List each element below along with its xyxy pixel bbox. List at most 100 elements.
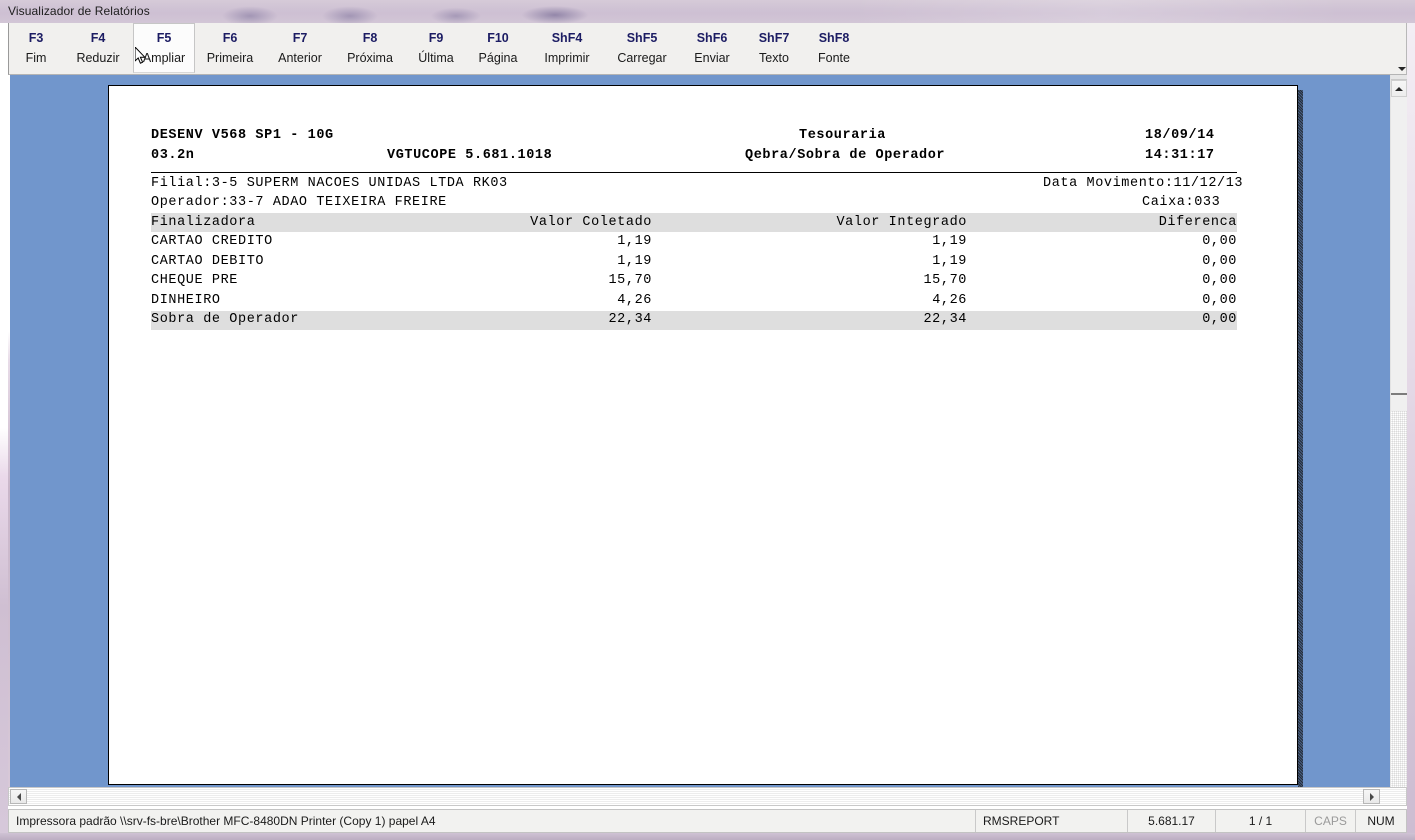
table-cell-finalizadora: CARTAO CREDITO (151, 234, 273, 249)
toolbar-button-ultima[interactable]: F9 Última (405, 23, 467, 73)
table-cell-integrado: 1,19 (932, 253, 967, 269)
chevron-left-icon (16, 792, 21, 801)
window-titlebar[interactable]: Visualizador de Relatórios (0, 0, 1415, 23)
toolbar-button-pagina[interactable]: F10 Página (467, 23, 529, 73)
horizontal-scrollbar[interactable] (8, 787, 1407, 806)
report-system-line2: 03.2n (151, 148, 195, 163)
status-printer: Impressora padrão \\srv-fs-bre\Brother M… (9, 810, 976, 832)
window-bottom-frame (0, 833, 1415, 840)
vscroll-lower-track[interactable] (1391, 411, 1407, 787)
table-header-valor-coletado: Valor Coletado (530, 215, 652, 230)
report-header-rule (151, 172, 1237, 173)
window-left-frame (0, 23, 8, 833)
scroll-right-button[interactable] (1363, 789, 1380, 804)
toolbar-button-label: Reduzir (76, 51, 120, 65)
toolbar-button-reduzir[interactable]: F4 Reduzir (63, 23, 133, 73)
toolbar-button-key: ShF8 (818, 30, 850, 45)
toolbar-button-proxima[interactable]: F8 Próxima (335, 23, 405, 73)
table-cell-coletado: 1,19 (617, 253, 652, 269)
toolbar-button-label: Carregar (617, 51, 667, 65)
scroll-left-button[interactable] (10, 789, 27, 804)
table-cell-diferenca: 0,00 (1202, 273, 1237, 289)
scroll-down-button[interactable] (1391, 393, 1407, 409)
toolbar-button-label: Texto (759, 51, 789, 65)
status-page-indicator: 1 / 1 (1216, 810, 1306, 832)
status-caps-indicator: CAPS (1306, 810, 1356, 832)
report-title-line2: Qebra/Sobra de Operador (745, 148, 946, 163)
table-total-band (151, 310, 1237, 330)
toolbar-button-imprimir[interactable]: ShF4 Imprimir (529, 23, 605, 73)
chevron-right-icon (1369, 792, 1374, 801)
table-cell-finalizadora: CARTAO DEBITO (151, 253, 265, 269)
table-cell-coletado: 15,70 (608, 273, 652, 289)
toolbar-button-label: Enviar (694, 51, 730, 65)
toolbar-button-texto[interactable]: ShF7 Texto (745, 23, 803, 73)
report-title-line1: Tesouraria (799, 128, 887, 143)
toolbar-button-key: ShF5 (626, 30, 658, 45)
table-cell-finalizadora: DINHEIRO (151, 292, 221, 308)
status-module: RMSREPORT (976, 810, 1128, 832)
table-total-coletado: 22,34 (608, 312, 652, 328)
toolbar-button-label: Primeira (206, 51, 254, 65)
window-title: Visualizador de Relatórios (8, 4, 150, 18)
toolbar-button-label: Última (418, 51, 454, 65)
report-page: DESENV V568 SP1 - 10G 03.2n VGTUCOPE 5.6… (108, 85, 1298, 785)
toolbar-button-primeira[interactable]: F6 Primeira (195, 23, 265, 73)
table-header-valor-integrado: Valor Integrado (836, 215, 967, 230)
table-cell-diferenca: 0,00 (1202, 234, 1237, 249)
toolbar-button-anterior[interactable]: F7 Anterior (265, 23, 335, 73)
toolbar-button-key: F7 (292, 30, 308, 45)
report-caixa: Caixa:033 (1142, 195, 1221, 210)
report-data-movimento: Data Movimento:11/12/13 (1043, 176, 1244, 191)
toolbar-button-key: F9 (428, 30, 444, 45)
table-total-finalizadora: Sobra de Operador (151, 312, 299, 328)
toolbar-button-key: F6 (222, 30, 238, 45)
scroll-down-caret-icon[interactable] (1395, 62, 1409, 76)
report-filial: Filial:3-5 SUPERM NACOES UNIDAS LTDA RK0… (151, 176, 508, 191)
report-time: 14:31:17 (1145, 148, 1215, 163)
table-total-integrado: 22,34 (923, 312, 967, 328)
viewport-left-gutter (8, 75, 10, 787)
table-cell-integrado: 1,19 (932, 234, 967, 249)
status-bar: Impressora padrão \\srv-fs-bre\Brother M… (8, 809, 1407, 833)
toolbar-button-key: F3 (28, 30, 44, 45)
toolbar-button-fonte[interactable]: ShF8 Fonte (803, 23, 865, 73)
toolbar-button-label: Fim (25, 51, 47, 65)
table-header-band (151, 213, 1237, 232)
titlebar-glass-effect (0, 0, 1415, 23)
toolbar-button-enviar[interactable]: ShF6 Enviar (679, 23, 745, 73)
toolbar-button-key: F8 (362, 30, 378, 45)
status-version: 5.681.17 (1128, 810, 1216, 832)
chevron-down-icon (1398, 67, 1406, 71)
table-cell-integrado: 4,26 (932, 292, 967, 308)
table-cell-diferenca: 0,00 (1202, 292, 1237, 308)
document-viewport[interactable]: DESENV V568 SP1 - 10G 03.2n VGTUCOPE 5.6… (8, 75, 1390, 787)
toolbar-button-ampliar[interactable]: F5 Ampliar (133, 23, 195, 73)
report-viewer-window: Visualizador de Relatórios F3 Fim F4 Reduzi… (0, 0, 1415, 840)
toolbar-button-label: Fonte (818, 51, 850, 65)
toolbar-button-label: Ampliar (142, 51, 186, 65)
toolbar-button-key: ShF4 (551, 30, 583, 45)
toolbar-button-label: Anterior (278, 51, 322, 65)
toolbar-button-label: Imprimir (544, 51, 590, 65)
table-cell-coletado: 4,26 (617, 292, 652, 308)
table-cell-integrado: 15,70 (923, 273, 967, 289)
toolbar-button-carregar[interactable]: ShF5 Carregar (605, 23, 679, 73)
toolbar-button-label: Próxima (347, 51, 393, 65)
vertical-scrollbar[interactable] (1390, 75, 1407, 787)
toolbar-button-key: F4 (90, 30, 106, 45)
toolbar-button-key: F10 (487, 30, 509, 45)
report-date: 18/09/14 (1145, 128, 1215, 143)
table-cell-coletado: 1,19 (617, 234, 652, 249)
status-num-indicator: NUM (1367, 814, 1395, 828)
table-header-diferenca: Diferenca (1158, 215, 1237, 230)
table-total-diferenca: 0,00 (1202, 312, 1237, 328)
report-system-line1: DESENV V568 SP1 - 10G (151, 128, 334, 143)
scroll-up-button[interactable] (1391, 80, 1407, 97)
table-cell-finalizadora: CHEQUE PRE (151, 273, 239, 289)
report-operador: Operador:33-7 ADAO TEIXEIRA FREIRE (151, 195, 447, 210)
toolbar-button-key: ShF7 (758, 30, 790, 45)
toolbar-button-fim[interactable]: F3 Fim (9, 23, 63, 73)
function-key-toolbar: F3 Fim F4 Reduzir F5 Ampliar F6 Primeira F7 Anter… (8, 23, 1407, 75)
page-shadow (1298, 90, 1303, 787)
